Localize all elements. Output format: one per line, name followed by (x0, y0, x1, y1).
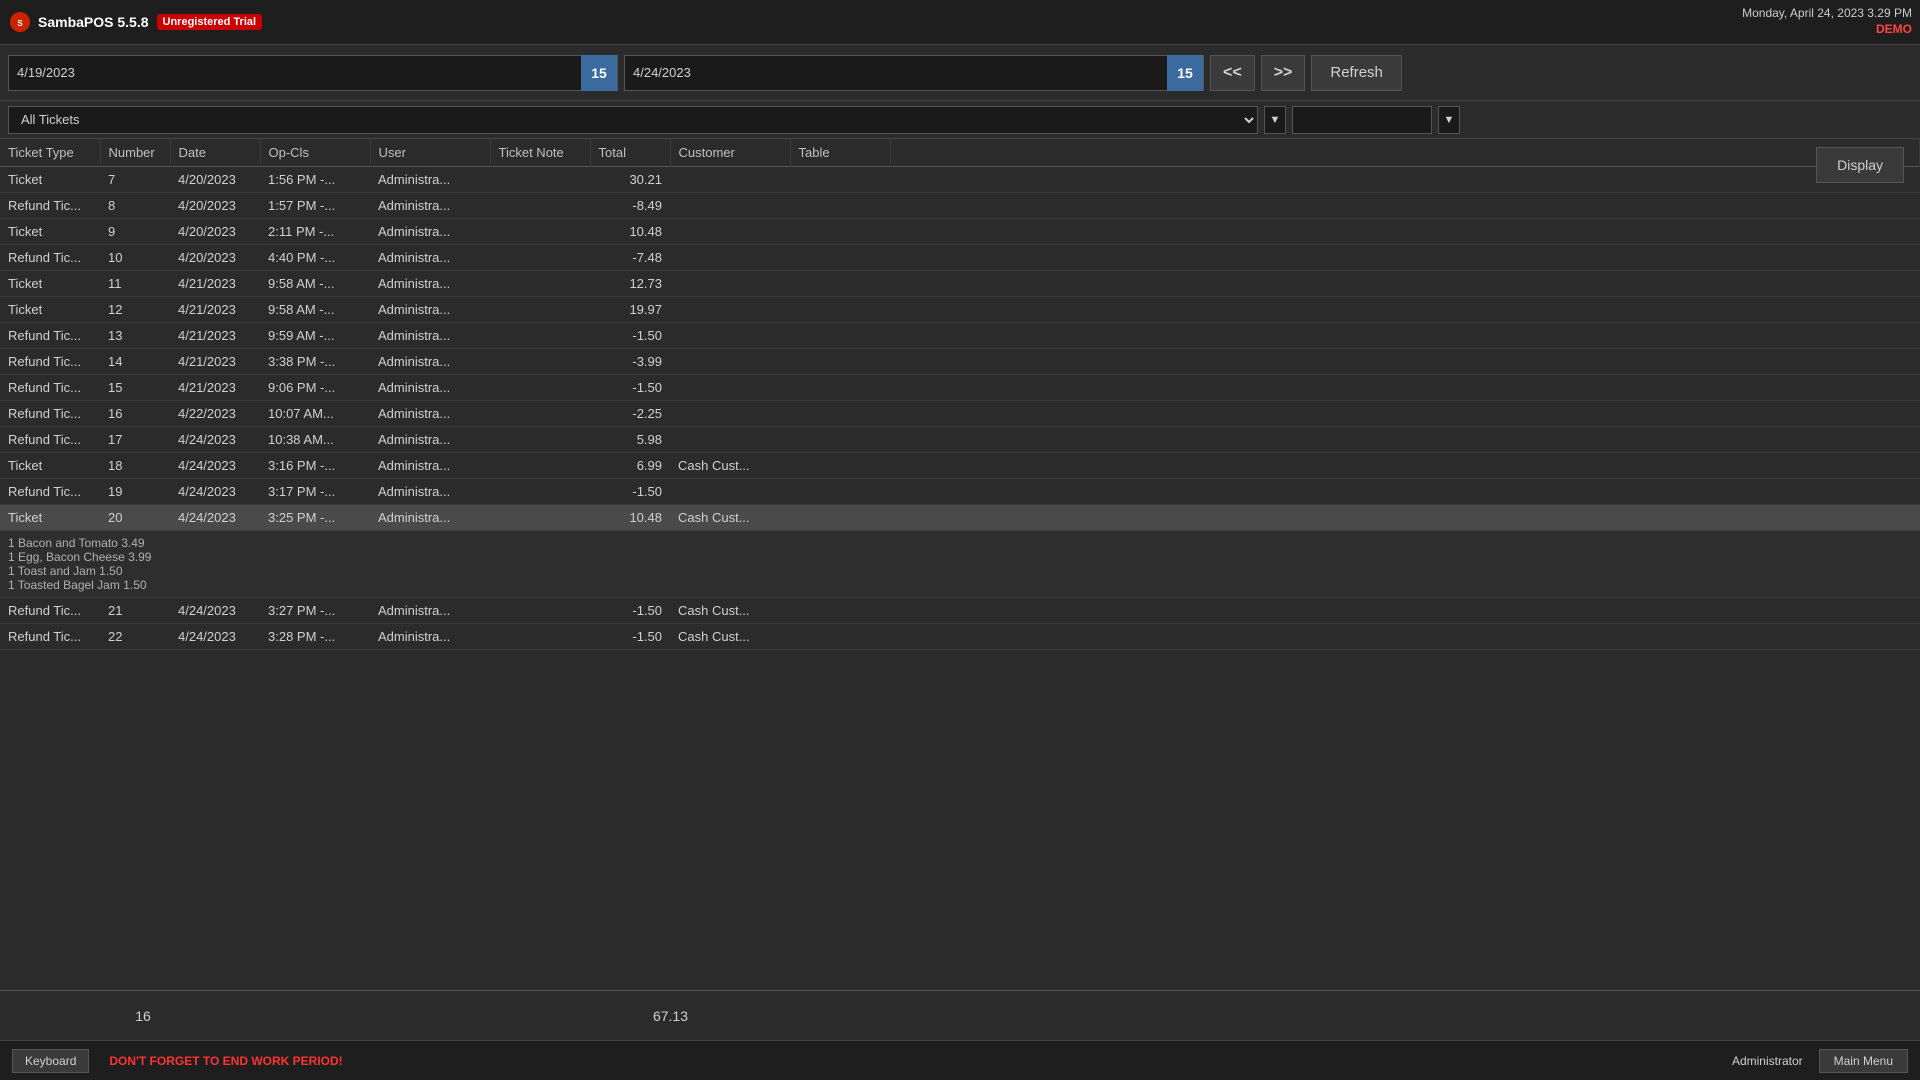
table-row[interactable]: Ticket94/20/20232:11 PM -...Administra..… (0, 219, 1920, 245)
ticket-detail-item: 1 Bacon and Tomato 3.49 (8, 536, 1912, 550)
ticket-detail-row: 1 Bacon and Tomato 3.491 Egg, Bacon Chee… (0, 531, 1920, 598)
col-header-table: Table (790, 139, 890, 167)
table-row[interactable]: Refund Tic...104/20/20234:40 PM -...Admi… (0, 245, 1920, 271)
demo-label: DEMO (1742, 22, 1912, 38)
col-header-note: Ticket Note (490, 139, 590, 167)
table-row[interactable]: Refund Tic...214/24/20233:27 PM -...Admi… (0, 598, 1920, 624)
table-row[interactable]: Refund Tic...164/22/202310:07 AM...Admin… (0, 401, 1920, 427)
footer-right: Administrator Main Menu (1732, 1049, 1908, 1073)
header-bar: S SambaPOS 5.5.8 Unregistered Trial Mond… (0, 0, 1920, 45)
col-header-date: Date (170, 139, 260, 167)
table-row[interactable]: Ticket204/24/20233:25 PM -...Administra.… (0, 505, 1920, 531)
date-to-wrapper: 15 (624, 55, 1204, 91)
date-from-input[interactable] (9, 56, 581, 90)
date-from-calendar-button[interactable]: 15 (581, 55, 617, 91)
total-count: 16 (8, 1008, 278, 1024)
table-row[interactable]: Refund Tic...134/21/20239:59 AM -...Admi… (0, 323, 1920, 349)
date-range-bar: 15 15 << >> Refresh (0, 45, 1920, 101)
footer-bar: Keyboard DON'T FORGET TO END WORK PERIOD… (0, 1040, 1920, 1080)
table-row[interactable]: Refund Tic...194/24/20233:17 PM -...Admi… (0, 479, 1920, 505)
col-header-spacer (890, 139, 1920, 167)
table-row[interactable]: Refund Tic...84/20/20231:57 PM -...Admin… (0, 193, 1920, 219)
prev-period-button[interactable]: << (1210, 55, 1255, 91)
tickets-tbody: Ticket74/20/20231:56 PM -...Administra..… (0, 167, 1920, 650)
admin-label: Administrator (1732, 1054, 1803, 1068)
table-row[interactable]: Refund Tic...154/21/20239:06 PM -...Admi… (0, 375, 1920, 401)
main-menu-button[interactable]: Main Menu (1819, 1049, 1908, 1073)
table-row[interactable]: Refund Tic...174/24/202310:38 AM...Admin… (0, 427, 1920, 453)
tickets-table: Ticket Type Number Date Op-Cls User Tick… (0, 139, 1920, 650)
col-header-op: Op-Cls (260, 139, 370, 167)
col-header-number: Number (100, 139, 170, 167)
table-row[interactable]: Ticket114/21/20239:58 AM -...Administra.… (0, 271, 1920, 297)
table-row[interactable]: Ticket74/20/20231:56 PM -...Administra..… (0, 167, 1920, 193)
app-title: SambaPOS 5.5.8 (38, 14, 149, 30)
ticket-detail-item: 1 Toasted Bagel Jam 1.50 (8, 578, 1912, 592)
total-amount: 67.13 (608, 1008, 688, 1024)
datetime-text: Monday, April 24, 2023 3.29 PM (1742, 6, 1912, 22)
filter-dropdown-button[interactable]: ▼ (1264, 106, 1286, 134)
ticket-filter-select[interactable]: All Tickets (8, 106, 1258, 134)
sambapos-logo-icon: S (8, 10, 32, 34)
table-header-row: Ticket Type Number Date Op-Cls User Tick… (0, 139, 1920, 167)
table-container: Display Ticket Type Number Date Op-Cls U… (0, 139, 1920, 990)
date-to-input[interactable] (625, 56, 1167, 90)
table-row[interactable]: Ticket184/24/20233:16 PM -...Administra.… (0, 453, 1920, 479)
trial-badge: Unregistered Trial (157, 14, 263, 30)
work-period-warning: DON'T FORGET TO END WORK PERIOD! (109, 1054, 342, 1068)
col-header-user: User (370, 139, 490, 167)
filter-bar: All Tickets ▼ ▼ (0, 101, 1920, 139)
next-period-button[interactable]: >> (1261, 55, 1306, 91)
table-row[interactable]: Refund Tic...144/21/20233:38 PM -...Admi… (0, 349, 1920, 375)
ticket-detail-item: 1 Toast and Jam 1.50 (8, 564, 1912, 578)
ticket-detail-item: 1 Egg, Bacon Cheese 3.99 (8, 550, 1912, 564)
datetime-display: Monday, April 24, 2023 3.29 PM DEMO (1742, 6, 1912, 37)
col-header-customer: Customer (670, 139, 790, 167)
date-from-wrapper: 15 (8, 55, 618, 91)
app-logo: S SambaPOS 5.5.8 (8, 10, 149, 34)
table-row[interactable]: Ticket124/21/20239:58 AM -...Administra.… (0, 297, 1920, 323)
svg-text:S: S (17, 19, 23, 28)
display-button[interactable]: Display (1816, 147, 1904, 183)
search-extra-button[interactable]: ▼ (1438, 106, 1460, 134)
col-header-ticket-type: Ticket Type (0, 139, 100, 167)
col-header-total: Total (590, 139, 670, 167)
totals-bar: 16 67.13 (0, 990, 1920, 1040)
search-extra-input[interactable] (1292, 106, 1432, 134)
table-row[interactable]: Refund Tic...224/24/20233:28 PM -...Admi… (0, 624, 1920, 650)
refresh-button[interactable]: Refresh (1311, 55, 1402, 91)
keyboard-button[interactable]: Keyboard (12, 1049, 89, 1073)
date-to-calendar-button[interactable]: 15 (1167, 55, 1203, 91)
